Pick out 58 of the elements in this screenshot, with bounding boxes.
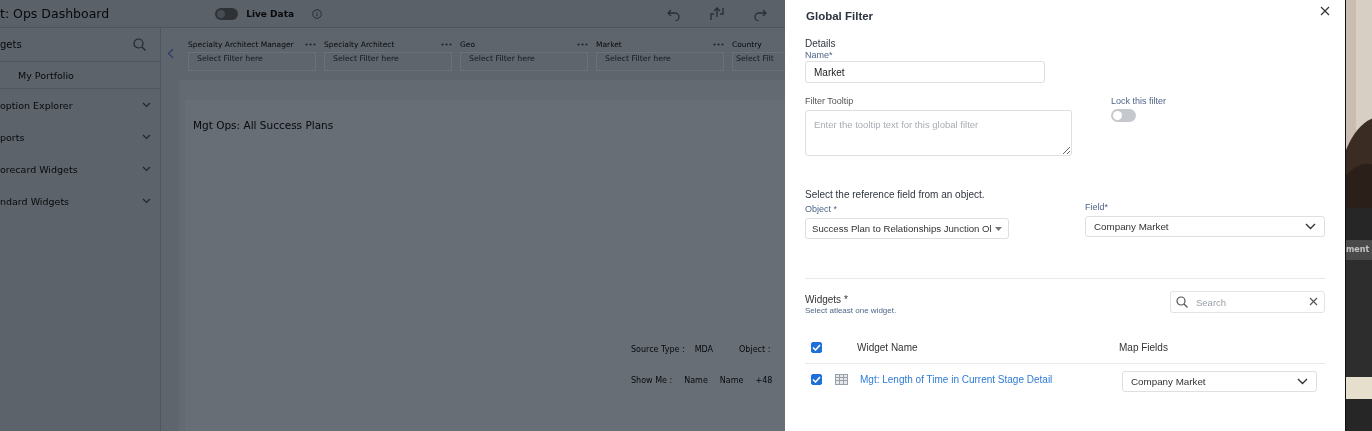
sidebar-section[interactable]: ndard Widgets <box>0 185 160 217</box>
field-name-text: +48 <box>755 376 773 385</box>
field-label: Object * <box>805 204 838 214</box>
map-field-select[interactable]: Company Market <box>1122 371 1317 392</box>
chevron-icon <box>142 166 151 172</box>
window-label: ment <box>1346 244 1370 256</box>
field-label: Name* <box>805 50 834 60</box>
collapse-icon[interactable] <box>166 48 174 59</box>
field-name-text: Name <box>719 376 744 385</box>
field-label: Lock this filter <box>1111 96 1167 106</box>
search-icon[interactable] <box>133 38 146 51</box>
section-heading: Select the reference field from an object. <box>805 189 986 200</box>
sidebar-section[interactable]: option Explorer <box>0 89 160 121</box>
lock-toggle[interactable] <box>1111 109 1136 122</box>
widget-link[interactable]: Mgt: Length of Time in Current Stage Detail <box>860 374 1122 385</box>
more-icon[interactable] <box>305 43 316 46</box>
meta-value: MDA <box>694 345 714 354</box>
meta-label: Object : <box>739 345 771 354</box>
chevron-icon <box>1297 378 1308 385</box>
sidebar-section[interactable]: orecard Widgets <box>0 153 160 185</box>
field-select[interactable]: Company Market <box>1085 216 1325 237</box>
chevron-icon <box>142 102 151 108</box>
chevron-icon <box>142 134 151 140</box>
close-icon[interactable] <box>1320 6 1330 16</box>
more-icon[interactable] <box>577 43 588 46</box>
clear-icon[interactable] <box>1309 297 1318 306</box>
object-select[interactable]: Success Plan to Relationships Junction Ol <box>805 218 1009 239</box>
sidebar-item[interactable]: My Portfolio <box>0 62 160 89</box>
row-checkbox[interactable] <box>811 374 822 385</box>
chevron-icon <box>1305 223 1316 230</box>
more-icon[interactable] <box>441 43 452 46</box>
section-heading: Widgets * <box>805 294 849 305</box>
sidebar-title: gets <box>0 39 22 50</box>
meta-label: Show Me : <box>631 376 673 385</box>
column-header: Map Fields <box>1119 341 1168 353</box>
caret-icon <box>994 226 1002 231</box>
dialog-title: Global Filter <box>806 10 875 22</box>
tooltip-field[interactable]: Enter the tooltip text for this global filter <box>805 110 1072 156</box>
select-all-checkbox[interactable] <box>811 341 822 353</box>
field-label: Filter Tooltip <box>805 96 855 106</box>
column-header: Widget Name <box>857 341 919 353</box>
info-icon <box>312 8 322 19</box>
search-icon <box>1176 296 1188 308</box>
hint-text: Select atleast one widget. <box>805 306 897 315</box>
section-heading: Details <box>805 38 837 49</box>
field-name-text: Name <box>684 376 708 385</box>
field-label: Field* <box>1085 202 1109 212</box>
chevron-icon <box>142 198 151 204</box>
table-icon <box>835 374 848 385</box>
name-field[interactable]: Market <box>805 61 1045 83</box>
meta-label: Source Type : <box>631 345 685 354</box>
more-icon[interactable] <box>713 43 724 46</box>
sidebar-section[interactable]: ports <box>0 121 160 153</box>
live-data-label: Live Data <box>246 8 294 19</box>
widget-title: Mgt Ops: All Success Plans <box>193 119 334 131</box>
live-data-toggle[interactable] <box>215 7 239 20</box>
search-field[interactable]: Search <box>1170 291 1325 313</box>
dashboard-title: t: Ops Dashboard <box>0 6 110 21</box>
